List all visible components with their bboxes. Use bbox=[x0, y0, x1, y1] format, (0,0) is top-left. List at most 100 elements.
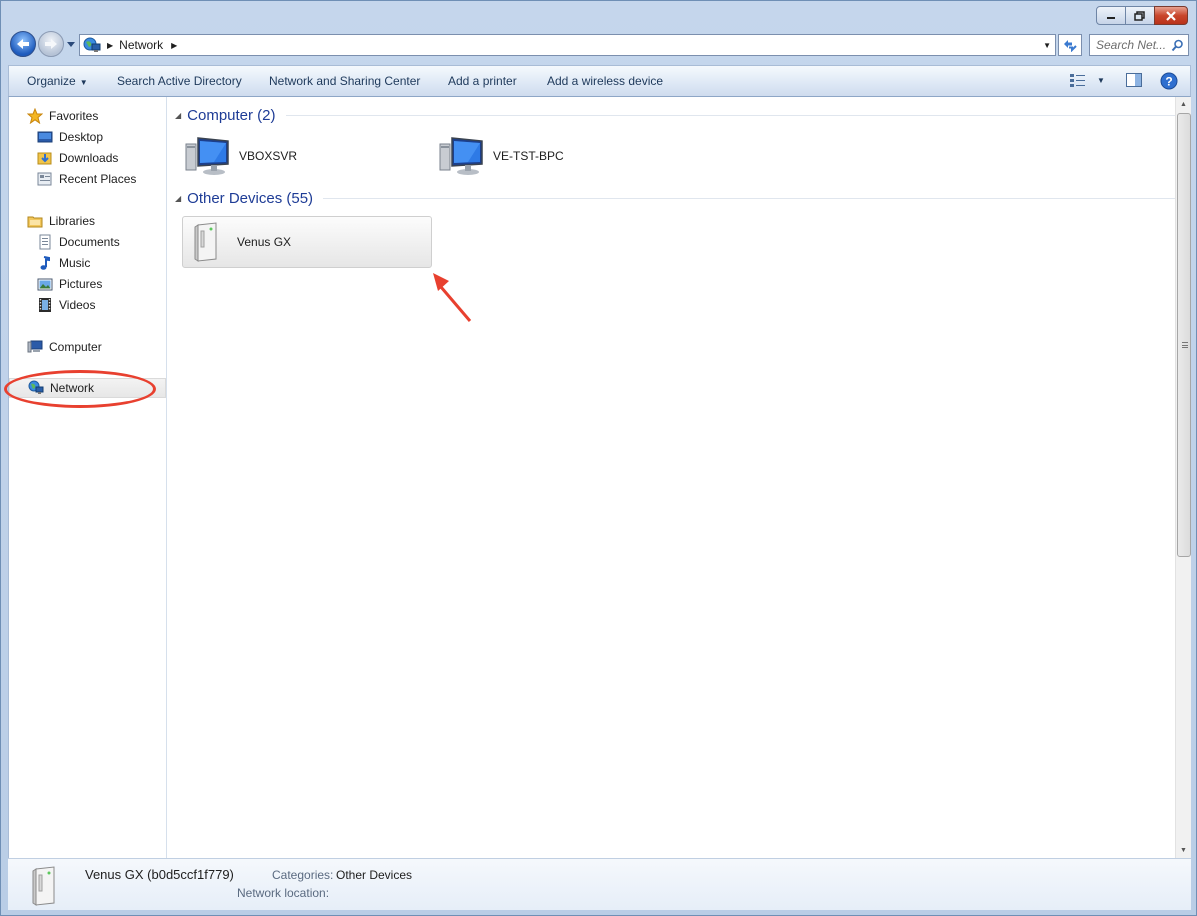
nav-libraries[interactable]: Libraries bbox=[9, 211, 95, 231]
nav-computer[interactable]: Computer bbox=[9, 337, 102, 357]
add-wireless-device-button[interactable]: Add a wireless device bbox=[547, 74, 663, 88]
computer-name: VBOXSVR bbox=[239, 149, 298, 163]
scroll-grip-icon bbox=[1182, 342, 1188, 348]
music-icon bbox=[37, 255, 53, 271]
group-header-computer[interactable]: ◢ Computer (2) bbox=[175, 107, 1175, 124]
group-divider bbox=[323, 198, 1175, 199]
vertical-scrollbar[interactable]: ▲ ▼ bbox=[1175, 97, 1191, 858]
caption-buttons bbox=[1096, 6, 1188, 25]
computer-item[interactable]: VBOXSVR bbox=[183, 130, 423, 182]
nav-documents[interactable]: Documents bbox=[9, 232, 120, 252]
network-globe-icon bbox=[83, 37, 101, 52]
nav-favorites-label: Favorites bbox=[49, 109, 99, 123]
pictures-icon bbox=[37, 276, 53, 292]
recent-places-icon bbox=[37, 171, 53, 187]
forward-arrow-icon bbox=[45, 39, 57, 49]
network-sharing-center-button[interactable]: Network and Sharing Center bbox=[269, 74, 420, 88]
view-options-icon bbox=[1070, 74, 1085, 87]
nav-libraries-label: Libraries bbox=[49, 214, 96, 228]
chevron-down-icon: ▼ bbox=[79, 78, 88, 87]
back-button[interactable] bbox=[10, 31, 36, 57]
address-dropdown-icon[interactable]: ▼ bbox=[1043, 41, 1051, 50]
device-tower-icon bbox=[183, 219, 231, 265]
details-categories-value: Other Devices bbox=[336, 868, 413, 882]
minimize-button[interactable] bbox=[1096, 6, 1126, 25]
scroll-up-icon[interactable]: ▲ bbox=[1180, 101, 1187, 108]
content-pane: ◢ Computer (2) VBOXSVR VE-TST-BPC ◢ Othe… bbox=[167, 97, 1175, 858]
device-item[interactable]: Venus GX bbox=[182, 216, 432, 268]
libraries-icon bbox=[27, 213, 43, 229]
group-title-computer: Computer (2) bbox=[187, 107, 276, 124]
collapse-triangle-icon[interactable]: ◢ bbox=[175, 111, 181, 120]
navigation-bar: ▶ Network ▶ ▼ bbox=[1, 29, 1196, 61]
organize-menu[interactable]: Organize ▼ bbox=[27, 74, 88, 88]
nav-desktop-label: Desktop bbox=[59, 130, 104, 144]
forward-button[interactable] bbox=[38, 31, 64, 57]
minimize-icon bbox=[1107, 16, 1115, 19]
preview-pane-icon bbox=[1126, 73, 1142, 87]
nav-pictures[interactable]: Pictures bbox=[9, 274, 102, 294]
scroll-thumb[interactable] bbox=[1177, 113, 1191, 557]
star-icon bbox=[27, 108, 43, 124]
nav-pictures-label: Pictures bbox=[59, 277, 103, 291]
help-icon: ? bbox=[1160, 72, 1178, 90]
breadcrumb-chevron[interactable]: ▶ bbox=[171, 41, 177, 50]
details-categories-label: Categories: bbox=[272, 868, 334, 882]
navigation-pane: Favorites Desktop Downloads Recent Place… bbox=[8, 97, 167, 858]
nav-documents-label: Documents bbox=[59, 235, 120, 249]
breadcrumb-root-chevron[interactable]: ▶ bbox=[107, 41, 113, 50]
collapse-triangle-icon[interactable]: ◢ bbox=[175, 194, 181, 203]
device-tower-icon bbox=[32, 866, 55, 906]
group-header-other-devices[interactable]: ◢ Other Devices (55) bbox=[175, 190, 1175, 207]
close-button[interactable] bbox=[1154, 6, 1188, 25]
videos-icon bbox=[37, 297, 53, 313]
computer-icon bbox=[437, 133, 487, 179]
add-printer-button[interactable]: Add a printer bbox=[448, 74, 517, 88]
svg-text:?: ? bbox=[1165, 75, 1172, 89]
details-device-name: Venus GX (b0d5ccf1f779) bbox=[85, 867, 234, 882]
maximize-button[interactable] bbox=[1125, 6, 1155, 25]
nav-downloads-label: Downloads bbox=[59, 151, 119, 165]
command-toolbar: Organize ▼ Search Active Directory Networ… bbox=[8, 65, 1191, 97]
refresh-icon bbox=[1064, 40, 1077, 52]
nav-recent-places-label: Recent Places bbox=[59, 172, 137, 186]
nav-videos-label: Videos bbox=[59, 298, 96, 312]
preview-pane-button[interactable] bbox=[1125, 72, 1143, 88]
nav-desktop[interactable]: Desktop bbox=[9, 127, 103, 147]
group-title-other-devices: Other Devices (55) bbox=[187, 190, 314, 207]
back-arrow-icon bbox=[17, 39, 29, 49]
details-pane: Venus GX (b0d5ccf1f779) Categories: Othe… bbox=[8, 858, 1191, 910]
breadcrumb-network[interactable]: Network bbox=[119, 38, 163, 52]
search-input[interactable] bbox=[1096, 38, 1172, 52]
nav-music-label: Music bbox=[59, 256, 91, 270]
explorer-window: ▶ Network ▶ ▼ Organize▼ Search Active Di… bbox=[0, 0, 1197, 916]
computer-item[interactable]: VE-TST-BPC bbox=[437, 130, 677, 182]
nav-music[interactable]: Music bbox=[9, 253, 90, 273]
address-bar[interactable]: ▶ Network ▶ ▼ bbox=[79, 34, 1056, 56]
device-name: Venus GX bbox=[237, 235, 292, 249]
restore-icon bbox=[1134, 10, 1145, 21]
nav-network-label: Network bbox=[50, 381, 95, 395]
computer-icon bbox=[183, 133, 233, 179]
nav-downloads[interactable]: Downloads bbox=[9, 148, 118, 168]
details-network-location-label: Network location: bbox=[237, 886, 330, 900]
scroll-down-icon[interactable]: ▼ bbox=[1180, 847, 1187, 854]
close-icon bbox=[1166, 10, 1176, 21]
nav-recent-places[interactable]: Recent Places bbox=[9, 169, 136, 189]
recent-pages-dropdown-icon[interactable] bbox=[66, 39, 76, 49]
computer-name: VE-TST-BPC bbox=[493, 149, 564, 163]
change-view-button[interactable]: ▼ bbox=[1069, 72, 1105, 88]
search-icon[interactable] bbox=[1171, 39, 1184, 52]
network-icon bbox=[28, 380, 44, 396]
documents-icon bbox=[37, 234, 53, 250]
nav-network[interactable]: Network bbox=[9, 378, 166, 398]
search-box[interactable] bbox=[1089, 34, 1189, 56]
search-active-directory-button[interactable]: Search Active Directory bbox=[117, 74, 242, 88]
help-button[interactable]: ? bbox=[1160, 72, 1178, 90]
nav-videos[interactable]: Videos bbox=[9, 295, 95, 315]
organize-label: Organize bbox=[27, 74, 76, 88]
computer-icon bbox=[27, 339, 43, 355]
desktop-icon bbox=[37, 129, 53, 145]
nav-favorites[interactable]: Favorites bbox=[9, 106, 98, 126]
refresh-button[interactable] bbox=[1058, 34, 1082, 56]
